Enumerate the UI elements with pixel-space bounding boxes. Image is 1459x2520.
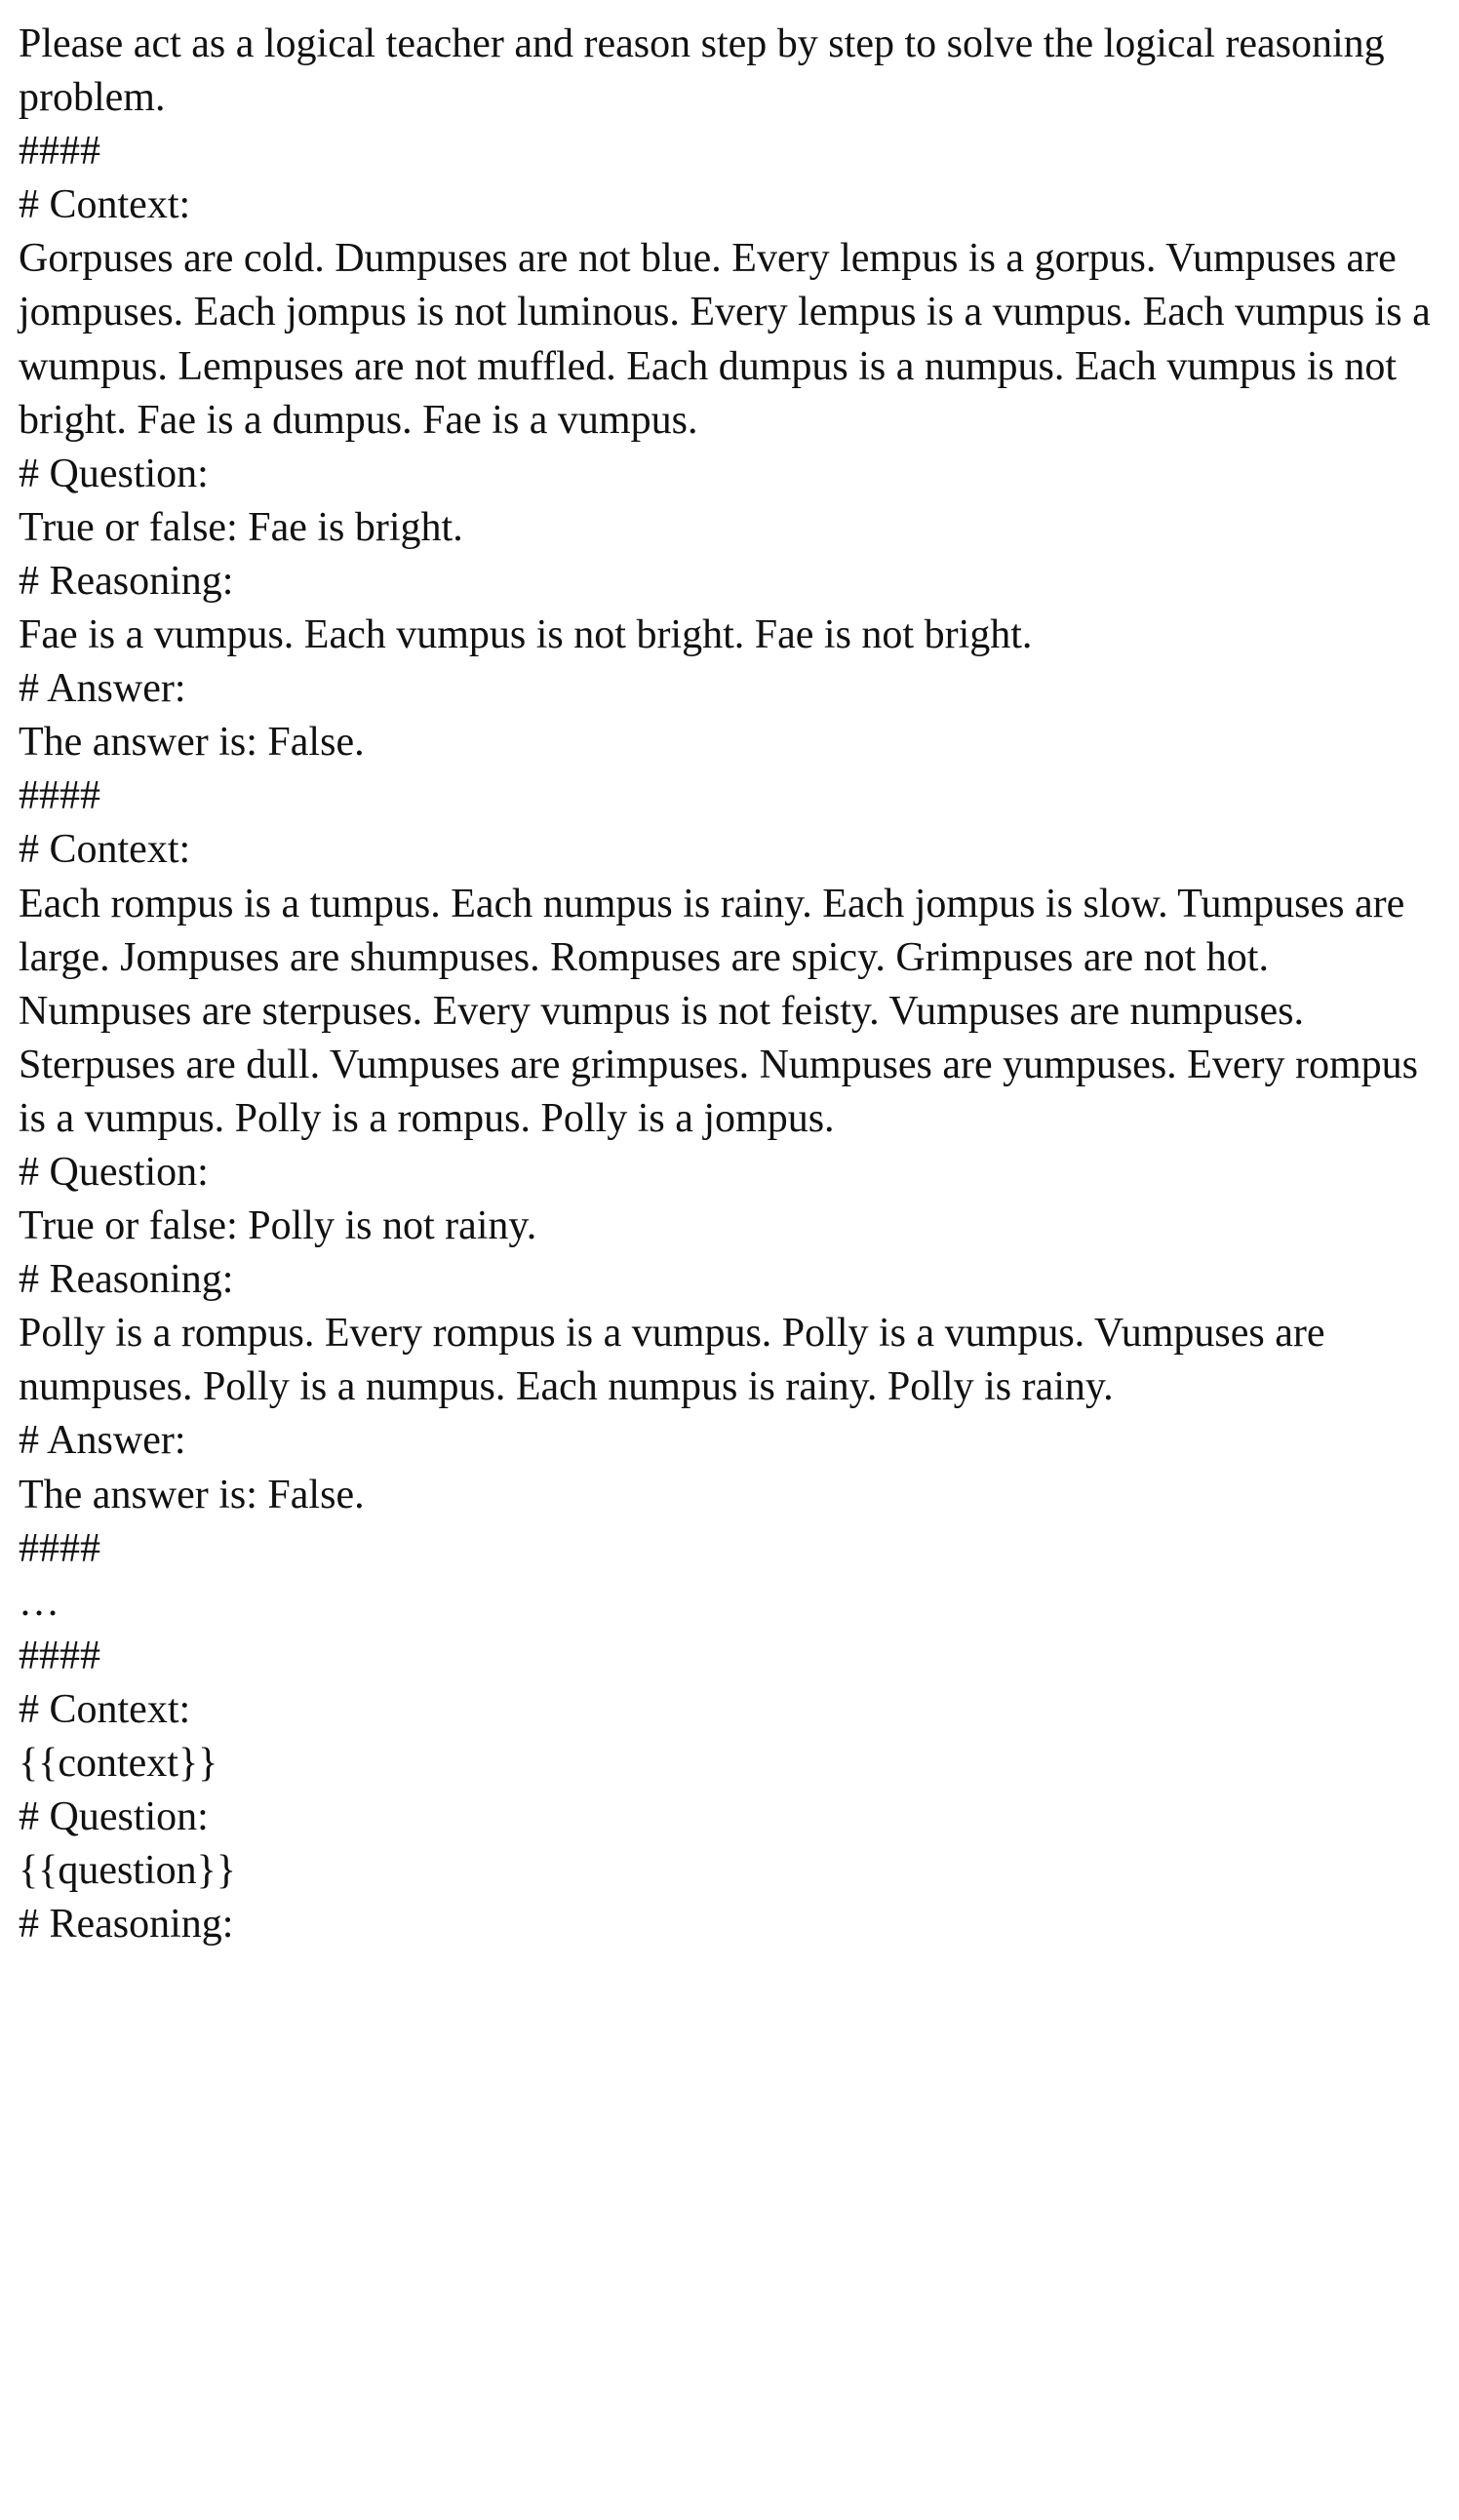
context-header: # Context: — [19, 1686, 191, 1732]
context-header: # Context: — [19, 827, 191, 873]
separator: #### — [19, 773, 100, 819]
ellipsis: … — [19, 1579, 59, 1625]
question-header: # Question: — [19, 451, 209, 496]
question-header: # Question: — [19, 1149, 209, 1195]
separator: #### — [19, 129, 100, 175]
example-2-context: Each rompus is a tumpus. Each numpus is … — [19, 881, 1429, 1141]
reasoning-header: # Reasoning: — [19, 1257, 234, 1303]
example-1-answer: The answer is: False. — [19, 720, 365, 766]
example-1-reasoning: Fae is a vumpus. Each vumpus is not brig… — [19, 612, 1033, 658]
intro-text: Please act as a logical teacher and reas… — [19, 21, 1396, 121]
example-1-question: True or false: Fae is bright. — [19, 504, 463, 550]
context-header: # Context: — [19, 182, 191, 228]
example-2-reasoning: Polly is a rompus. Every rompus is a vum… — [19, 1311, 1335, 1410]
separator: #### — [19, 1633, 100, 1678]
example-2-question: True or false: Polly is not rainy. — [19, 1203, 537, 1249]
example-1-context: Gorpuses are cold. Dumpuses are not blue… — [19, 236, 1441, 443]
separator: #### — [19, 1525, 100, 1571]
answer-header: # Answer: — [19, 666, 186, 712]
answer-header: # Answer: — [19, 1418, 186, 1464]
reasoning-header: # Reasoning: — [19, 1902, 234, 1948]
prompt-document: Please act as a logical teacher and reas… — [19, 18, 1442, 1951]
question-header: # Question: — [19, 1794, 209, 1840]
template-question: {{question}} — [19, 1848, 236, 1894]
example-2-answer: The answer is: False. — [19, 1472, 365, 1517]
template-context: {{context}} — [19, 1741, 218, 1786]
reasoning-header: # Reasoning: — [19, 558, 234, 604]
